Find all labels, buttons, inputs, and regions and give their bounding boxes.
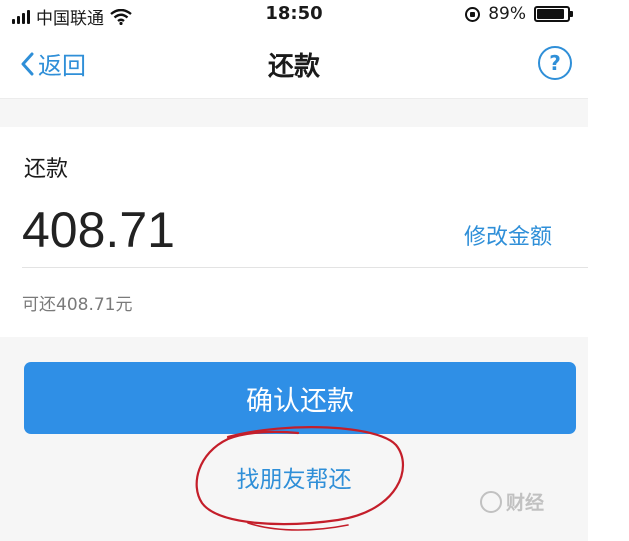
nav-bar: 返回 还款 ? xyxy=(0,30,588,99)
repayment-card: 还款 408.71 修改金额 可还408.71元 xyxy=(0,127,588,337)
watermark-text: 财经 xyxy=(506,492,545,514)
confirm-repay-button[interactable]: 确认还款 xyxy=(24,362,576,434)
available-amount-text: 可还408.71元 xyxy=(22,295,133,315)
right-margin xyxy=(588,0,629,541)
battery-percent: 89% xyxy=(488,4,526,24)
status-bar: 中国联通 18:50 89% xyxy=(0,0,588,30)
divider xyxy=(22,267,588,268)
lock-rotation-icon xyxy=(465,6,481,22)
watermark-logo-icon xyxy=(480,490,502,513)
help-icon[interactable]: ? xyxy=(538,46,572,80)
repayment-amount[interactable]: 408.71 xyxy=(22,201,175,259)
edit-amount-link[interactable]: 修改金额 xyxy=(464,219,552,251)
repayment-label: 还款 xyxy=(24,157,69,182)
status-right: 89% xyxy=(465,4,573,24)
phone-screen: 中国联通 18:50 89% 返回 还款 ? 还款 408.71 修改金额 可还… xyxy=(0,0,588,541)
page-title: 还款 xyxy=(267,52,320,82)
battery-fill xyxy=(537,9,564,19)
watermark: 财经 xyxy=(480,488,544,515)
battery-icon xyxy=(534,6,573,22)
